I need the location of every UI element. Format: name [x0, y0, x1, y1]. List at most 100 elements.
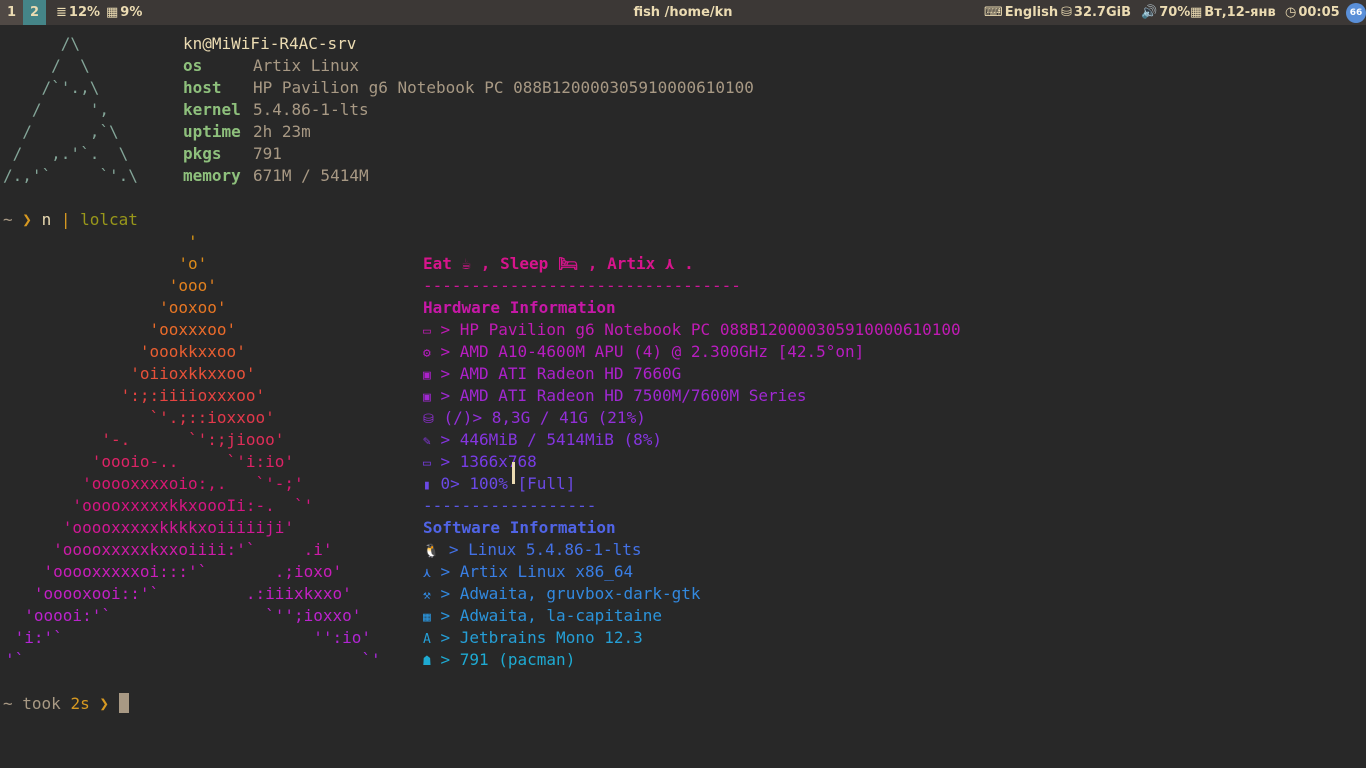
- pfetch-logo-line: /.,'` `'.\: [3, 166, 138, 185]
- neofetch-row-icon: ▮: [423, 478, 431, 493]
- mouse-ibeam-icon: [512, 462, 515, 484]
- neofetch-logo-line: '-. `':;jiooo': [5, 430, 285, 449]
- neofetch-row-text: > 446MiB / 5414MiB (8%): [430, 430, 663, 449]
- pfetch-value: 2h 23m: [253, 122, 311, 141]
- neofetch-logo-line: 'ooxoo': [5, 298, 227, 317]
- neofetch-row-icon: ▦: [423, 610, 431, 625]
- prompt-line: ~ ❯ n | lolcat: [3, 209, 138, 231]
- pfetch-key: memory: [183, 166, 241, 185]
- neofetch-info-row: ▮ 0> 100% [Full]: [423, 473, 575, 495]
- neofetch-logo-line: ': [5, 232, 198, 251]
- neofetch-logo-line: '` `': [5, 650, 381, 669]
- pfetch-key: host: [183, 78, 222, 97]
- neofetch-info-row: ▭ > HP Pavilion g6 Notebook PC 088B12000…: [423, 319, 961, 341]
- neofetch-row-text: (/)> 8,3G / 41G (21%): [433, 408, 646, 427]
- neofetch-row-text: Software Information: [423, 518, 616, 537]
- neofetch-logo-line: 'oiioxkkxxoo': [5, 364, 256, 383]
- neofetch-row-text: 0> 100% [Full]: [430, 474, 576, 493]
- date-indicator: ▦ Вт,12-янв: [1190, 0, 1276, 25]
- neofetch-logo-line: `'.;::ioxxoo': [5, 408, 275, 427]
- neofetch-logo-line: 'ooooi:'` `'';ioxxo': [5, 606, 362, 625]
- neofetch-logo-line: 'ooooxxxxxkxxoiiii:'` .i': [5, 540, 333, 559]
- pfetch-key: pkgs: [183, 144, 222, 163]
- neofetch-row-text: > 791 (pacman): [430, 650, 576, 669]
- keyboard-layout[interactable]: ⌨ English: [984, 0, 1058, 25]
- neofetch-row-text: Hardware Information: [423, 298, 616, 317]
- disk-indicator: ⛁ 32.7GiB: [1061, 0, 1131, 25]
- terminal[interactable]: /\ / \ /`'.,\ / ', / ,`\ / ,.'`. \ /.,'` …: [0, 25, 1366, 768]
- date-value: Вт,12-янв: [1204, 5, 1276, 20]
- neofetch-info-row: Eat ☕ , Sleep 🛏 , Artix ⋏ .: [423, 253, 694, 275]
- neofetch-logo-line: 'oookkxxoo': [5, 342, 246, 361]
- neofetch-info-row: ------------------: [423, 495, 596, 517]
- neofetch-row-icon: ☗: [423, 654, 431, 669]
- prompt-line-current[interactable]: ~ took 2s ❯: [3, 693, 129, 715]
- neofetch-row-icon: ⚙: [423, 346, 431, 361]
- pfetch-key: uptime: [183, 122, 241, 141]
- neofetch-row-icon: ▣: [423, 368, 431, 383]
- neofetch-logo-line: 'i:'` '':io': [5, 628, 372, 647]
- neofetch-row-text: Eat ☕ , Sleep 🛏 , Artix ⋏ .: [423, 254, 694, 273]
- neofetch-logo-line: 'oooio-.. `'i:io': [5, 452, 294, 471]
- neofetch-row-icon: ⋏: [423, 566, 431, 581]
- prompt-tilde: ~: [3, 694, 13, 713]
- neofetch-logo-line: 'ooooxxxxxkkxoooIi:-. `': [5, 496, 314, 515]
- took-label: took: [22, 694, 61, 713]
- tray-badge-icon[interactable]: 66: [1346, 3, 1366, 23]
- neofetch-row-text: > Jetbrains Mono 12.3: [430, 628, 643, 647]
- neofetch-row-text: ---------------------------------: [423, 276, 741, 295]
- neofetch-info-row: 🐧 > Linux 5.4.86-1-lts: [423, 539, 641, 561]
- pfetch-logo-line: / \: [3, 56, 90, 75]
- neofetch-info-row: ⋏ > Artix Linux x86_64: [423, 561, 633, 583]
- neofetch-logo-line: 'ooo': [5, 276, 217, 295]
- neofetch-info-row: Hardware Information: [423, 297, 616, 319]
- disk-icon: ⛁: [1061, 5, 1072, 20]
- took-duration: 2s: [70, 694, 90, 713]
- neofetch-info-row: ☗ > 791 (pacman): [423, 649, 575, 671]
- volume-icon: 🔊: [1141, 5, 1158, 20]
- neofetch-info-row: ---------------------------------: [423, 275, 741, 297]
- pfetch-logo-line: /\: [3, 34, 81, 53]
- pfetch-value: 5.4.86-1-lts: [253, 100, 369, 119]
- neofetch-info-row: ▦ > Adwaita, la-capitaine: [423, 605, 662, 627]
- volume-value: 70%: [1159, 5, 1191, 20]
- clock-icon: ◷: [1285, 5, 1297, 20]
- neofetch-row-text: > AMD ATI Radeon HD 7500M/7600M Series: [430, 386, 807, 405]
- status-bar: 1 2 ≣ 12% ▦ 9% fish /home/kn ⌨ English ⛁ 32.…: [0, 0, 1366, 25]
- pfetch-title: kn@MiWiFi-R4AC-srv: [183, 34, 357, 53]
- neofetch-row-text: > Adwaita, la-capitaine: [430, 606, 663, 625]
- neofetch-info-row: ▭ > 1366x768: [423, 451, 537, 473]
- neofetch-row-text: > AMD ATI Radeon HD 7660G: [430, 364, 682, 383]
- prompt-arrow-icon: ❯: [22, 210, 32, 229]
- calendar-icon: ▦: [1190, 5, 1203, 20]
- pfetch-logo-line: / ,`\: [3, 122, 119, 141]
- pfetch-value: Artix Linux: [253, 56, 359, 75]
- prompt-tilde: ~: [3, 210, 13, 229]
- neofetch-logo-line: ':;:iiiioxxxoo': [5, 386, 266, 405]
- pfetch-logo-line: /`'.,\: [3, 78, 100, 97]
- neofetch-row-icon: ✎: [423, 434, 431, 449]
- neofetch-info-row: ▣ > AMD ATI Radeon HD 7500M/7600M Series: [423, 385, 807, 407]
- neofetch-logo-line: 'ooooxxxxxkkkkxoiiiiiji': [5, 518, 294, 537]
- neofetch-row-text: > 1366x768: [430, 452, 537, 471]
- neofetch-logo-line: 'o': [5, 254, 208, 273]
- neofetch-logo-line: 'ooooxooi::'` .:iiixkxxo': [5, 584, 352, 603]
- pfetch-key: kernel: [183, 100, 241, 119]
- disk-value: 32.7GiB: [1073, 5, 1132, 20]
- neofetch-row-icon: ⚒: [423, 588, 431, 603]
- prompt-arrow-icon: ❯: [99, 694, 109, 713]
- neofetch-row-icon: ⛁: [423, 412, 434, 427]
- pfetch-logo-line: / ',: [3, 100, 109, 119]
- neofetch-row-icon: 🐧: [423, 544, 440, 559]
- neofetch-row-text: > HP Pavilion g6 Notebook PC 088B1200003…: [430, 320, 961, 339]
- volume-indicator[interactable]: 🔊 70%: [1141, 0, 1190, 25]
- neofetch-info-row: ✎ > 446MiB / 5414MiB (8%): [423, 429, 662, 451]
- neofetch-info-row: ⚙ > AMD A10-4600M APU (4) @ 2.300GHz [42…: [423, 341, 864, 363]
- neofetch-row-text: > AMD A10-4600M APU (4) @ 2.300GHz [42.5…: [430, 342, 865, 361]
- neofetch-row-icon: ▭: [423, 456, 431, 471]
- pfetch-logo-line: / ,.'`. \: [3, 144, 129, 163]
- neofetch-info-row: ▣ > AMD ATI Radeon HD 7660G: [423, 363, 681, 385]
- pfetch-value: 671M / 5414M: [253, 166, 369, 185]
- neofetch-row-text: > Adwaita, gruvbox-dark-gtk: [430, 584, 701, 603]
- command-arg: lolcat: [80, 210, 138, 229]
